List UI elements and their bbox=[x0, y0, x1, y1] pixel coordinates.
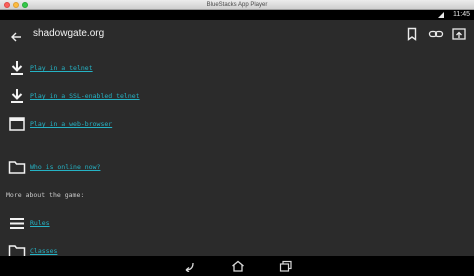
list-item-who-online[interactable]: Who is online now? bbox=[0, 157, 474, 177]
list-item-ssl-telnet[interactable]: Play in a SSL-enabled telnet bbox=[0, 86, 474, 106]
window-title: BlueStacks App Player bbox=[206, 2, 268, 8]
link-play-web-browser[interactable]: Play in a web-browser bbox=[30, 114, 112, 134]
link-who-online[interactable]: Who is online now? bbox=[30, 157, 100, 177]
section-heading: More about the game: bbox=[6, 191, 85, 199]
list-item-telnet[interactable]: Play in a telnet bbox=[0, 58, 474, 78]
link-icon[interactable] bbox=[428, 26, 444, 42]
status-bar: 11:45 bbox=[0, 10, 474, 20]
status-time: 11:45 bbox=[453, 11, 470, 18]
back-nav-icon[interactable] bbox=[181, 260, 195, 272]
folder-icon bbox=[8, 159, 26, 175]
link-play-ssl-telnet[interactable]: Play in a SSL-enabled telnet bbox=[30, 86, 140, 106]
link-classes[interactable]: Classes bbox=[30, 241, 57, 256]
signal-icon bbox=[438, 12, 444, 18]
download-icon bbox=[8, 60, 26, 76]
app-window: BlueStacks App Player 11:45 shadowgate.o… bbox=[0, 0, 474, 276]
app-bar: shadowgate.org bbox=[0, 20, 474, 48]
browser-window-icon bbox=[8, 116, 26, 132]
list-item-web-browser[interactable]: Play in a web-browser bbox=[0, 114, 474, 134]
list-item-classes[interactable]: Classes bbox=[0, 241, 474, 256]
menu-icon bbox=[8, 215, 26, 231]
window-titlebar: BlueStacks App Player bbox=[0, 0, 474, 10]
link-play-telnet[interactable]: Play in a telnet bbox=[30, 58, 93, 78]
home-nav-icon[interactable] bbox=[231, 260, 245, 272]
open-in-browser-icon[interactable] bbox=[451, 26, 467, 42]
arrow-back-icon[interactable] bbox=[10, 28, 22, 42]
page-content: Play in a telnet Play in a SSL-enabled t… bbox=[0, 48, 474, 256]
android-nav-bar bbox=[0, 256, 474, 276]
download-icon bbox=[8, 88, 26, 104]
list-item-rules[interactable]: Rules bbox=[0, 213, 474, 233]
folder-icon bbox=[8, 243, 26, 256]
page-title: shadowgate.org bbox=[33, 28, 105, 39]
link-rules[interactable]: Rules bbox=[30, 213, 50, 233]
bookmark-icon[interactable] bbox=[404, 26, 420, 42]
recent-apps-icon[interactable] bbox=[279, 260, 293, 272]
